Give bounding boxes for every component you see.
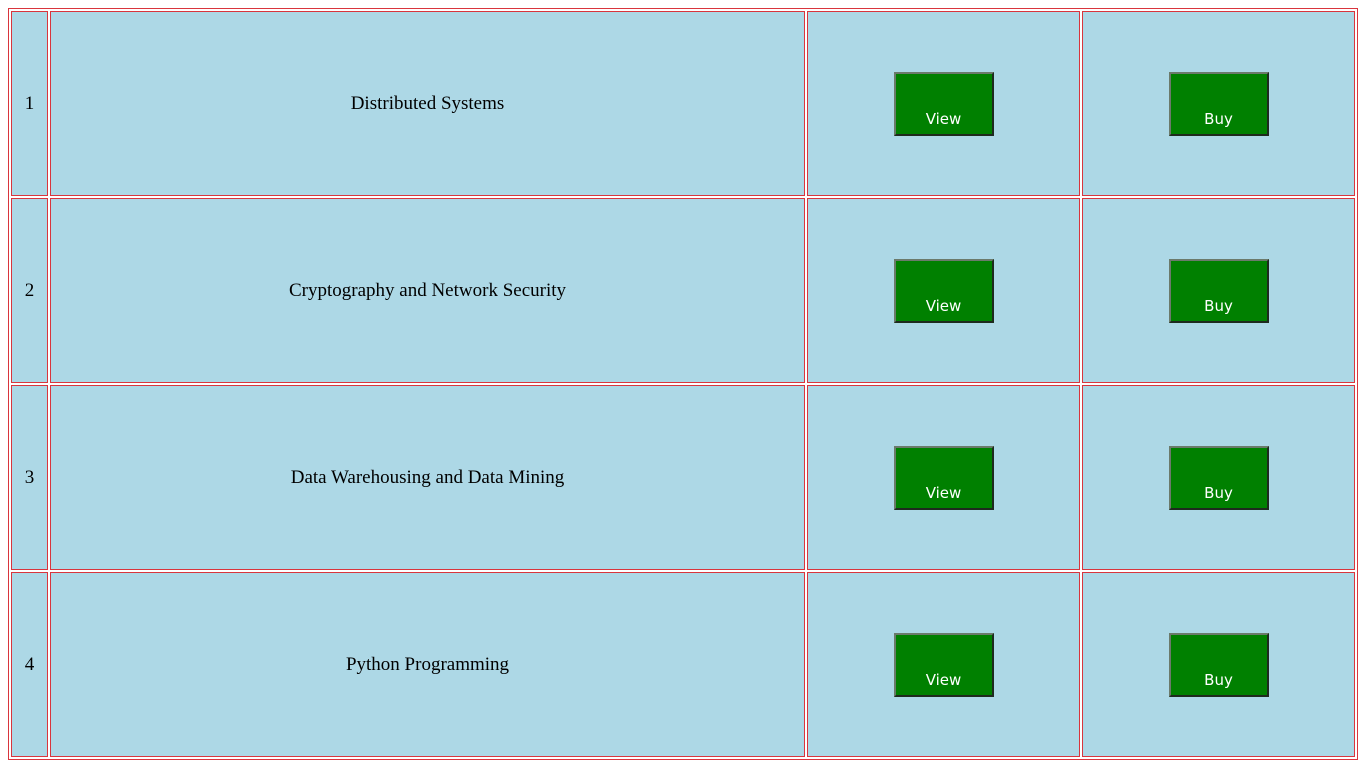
view-cell: View <box>807 11 1080 196</box>
buy-button[interactable]: Buy <box>1168 258 1269 323</box>
book-title: Python Programming <box>50 572 805 757</box>
view-cell: View <box>807 198 1080 383</box>
row-number: 2 <box>11 198 48 383</box>
book-title: Data Warehousing and Data Mining <box>50 385 805 570</box>
view-cell: View <box>807 572 1080 757</box>
buy-cell: Buy <box>1082 385 1355 570</box>
row-number: 3 <box>11 385 48 570</box>
buy-button[interactable]: Buy <box>1168 71 1269 136</box>
table-row: 2 Cryptography and Network Security View… <box>11 198 1355 383</box>
buy-button[interactable]: Buy <box>1168 445 1269 510</box>
buy-cell: Buy <box>1082 198 1355 383</box>
buy-cell: Buy <box>1082 572 1355 757</box>
buy-cell: Buy <box>1082 11 1355 196</box>
view-button[interactable]: View <box>893 71 994 136</box>
view-cell: View <box>807 385 1080 570</box>
view-button[interactable]: View <box>893 632 994 697</box>
view-button[interactable]: View <box>893 445 994 510</box>
table-row: 3 Data Warehousing and Data Mining View … <box>11 385 1355 570</box>
view-button[interactable]: View <box>893 258 994 323</box>
table-row: 1 Distributed Systems View Buy <box>11 11 1355 196</box>
row-number: 1 <box>11 11 48 196</box>
book-title: Distributed Systems <box>50 11 805 196</box>
book-title: Cryptography and Network Security <box>50 198 805 383</box>
row-number: 4 <box>11 572 48 757</box>
book-table: 1 Distributed Systems View Buy 2 Cryptog… <box>8 8 1358 760</box>
buy-button[interactable]: Buy <box>1168 632 1269 697</box>
table-row: 4 Python Programming View Buy <box>11 572 1355 757</box>
